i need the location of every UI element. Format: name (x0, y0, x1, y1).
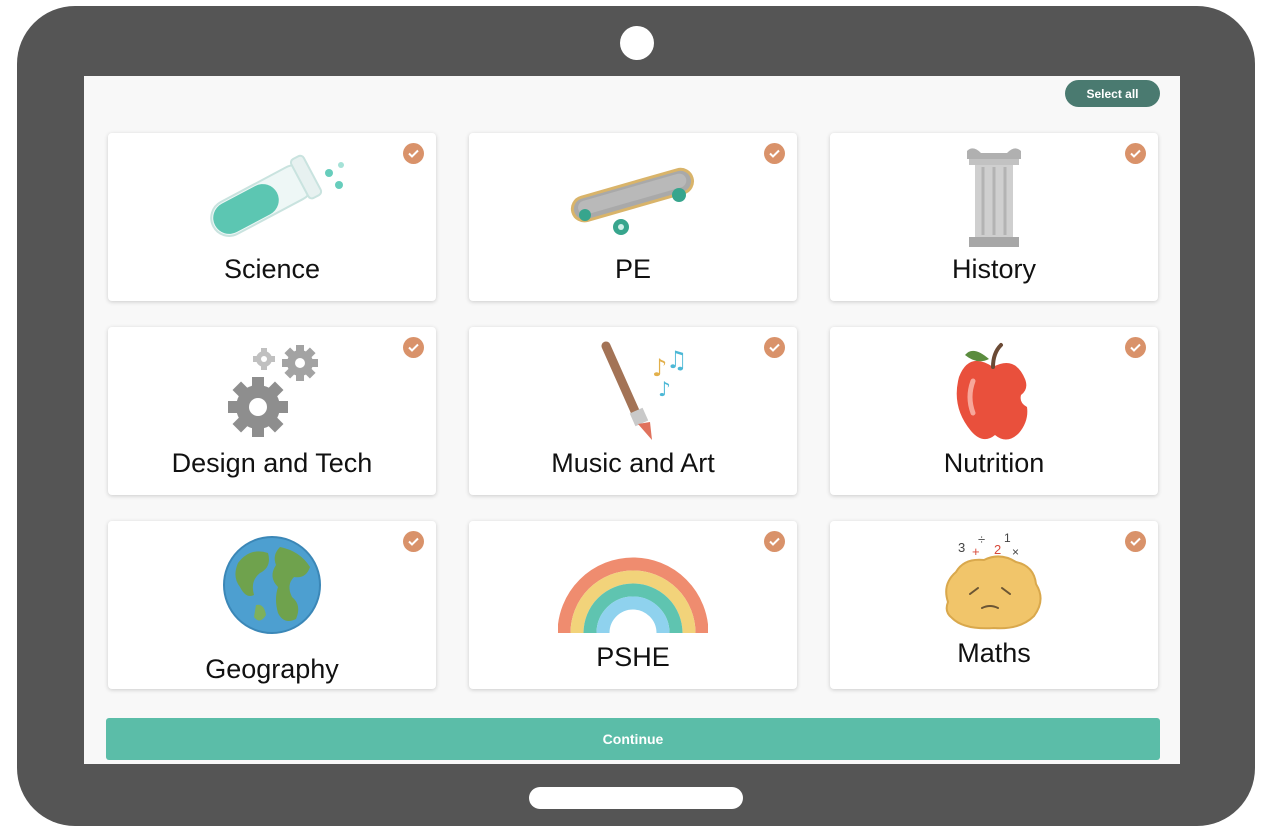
subject-label: Science (223, 254, 321, 284)
subject-label: Design and Tech (171, 448, 373, 478)
column-icon (830, 141, 1158, 253)
subject-label: History (951, 254, 1036, 284)
subject-card-pshe[interactable]: PSHE (469, 521, 797, 689)
subject-label: PE (614, 254, 652, 284)
home-button[interactable] (529, 787, 743, 809)
subject-card-maths[interactable]: 3 ÷ 1 + 2 × Maths (830, 521, 1158, 689)
tablet-frame: Select all Science PE History Design and… (17, 6, 1255, 826)
subject-label: Maths (957, 638, 1031, 668)
svg-text:♫: ♫ (666, 346, 688, 374)
subject-card-nutrition[interactable]: Nutrition (830, 327, 1158, 495)
maths-rock-icon: 3 ÷ 1 + 2 × (830, 529, 1158, 641)
rainbow-icon (469, 537, 797, 649)
subject-card-history[interactable]: History (830, 133, 1158, 301)
continue-button[interactable]: Continue (106, 718, 1160, 760)
subject-card-pe[interactable]: PE (469, 133, 797, 301)
subject-label: Geography (205, 654, 339, 684)
math-symbol: × (1012, 545, 1019, 559)
screen: Select all Science PE History Design and… (84, 76, 1180, 764)
check-icon[interactable] (403, 337, 424, 358)
svg-text:♪: ♪ (658, 377, 671, 401)
paintbrush-music-icon: ♪ ♫ ♪ (469, 335, 797, 447)
subject-card-geography[interactable]: Geography (108, 521, 436, 689)
math-symbol: 3 (958, 540, 965, 555)
math-symbol: 1 (1004, 532, 1011, 545)
check-icon[interactable] (403, 143, 424, 164)
select-all-button[interactable]: Select all (1065, 80, 1160, 107)
apple-icon (830, 335, 1158, 447)
subject-label: PSHE (596, 642, 670, 672)
math-symbol: 2 (994, 542, 1001, 557)
skateboard-icon (469, 141, 797, 253)
test-tube-icon (108, 141, 436, 253)
subject-card-science[interactable]: Science (108, 133, 436, 301)
math-symbol: + (972, 544, 980, 559)
check-icon[interactable] (764, 531, 785, 552)
subject-label: Music and Art (551, 448, 715, 478)
camera-dot (620, 26, 654, 60)
globe-icon (108, 529, 436, 641)
subject-card-music-and-art[interactable]: ♪ ♫ ♪ Music and Art (469, 327, 797, 495)
check-icon[interactable] (403, 531, 424, 552)
check-icon[interactable] (764, 337, 785, 358)
check-icon[interactable] (764, 143, 785, 164)
check-icon[interactable] (1125, 337, 1146, 358)
check-icon[interactable] (1125, 143, 1146, 164)
subject-label: Nutrition (943, 448, 1045, 478)
gears-icon (108, 335, 436, 447)
subject-card-design-and-tech[interactable]: Design and Tech (108, 327, 436, 495)
check-icon[interactable] (1125, 531, 1146, 552)
